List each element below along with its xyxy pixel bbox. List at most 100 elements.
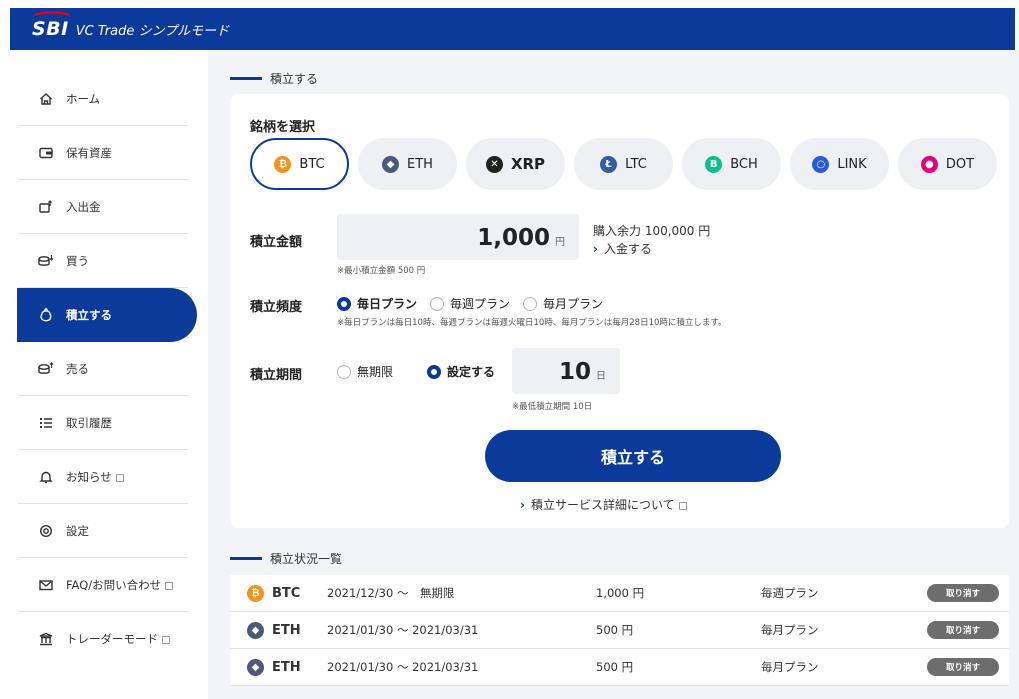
accumulate-submit-button[interactable]: 積立する <box>485 430 781 482</box>
sidebar-item-sell[interactable]: 売る <box>0 342 208 396</box>
trader-icon <box>38 631 54 647</box>
section-title-text: 積立する <box>270 72 319 86</box>
sidebar-item-settings[interactable]: 設定 <box>0 504 208 558</box>
service-detail-link[interactable]: › 積立サービス詳細について <box>520 496 687 513</box>
radio-label: 毎週プラン <box>450 297 511 311</box>
app-header: SBI VC Trade シンプルモード <box>10 8 1015 50</box>
sidebar-item-label: お知らせ <box>66 470 112 484</box>
coin-symbol: LINK <box>837 156 867 172</box>
radio-label: 毎月プラン <box>543 297 604 311</box>
amount-value: 1,000 <box>477 225 550 251</box>
external-link-icon <box>162 636 170 644</box>
coin-option-btc[interactable]: ₿ BTC <box>250 138 349 190</box>
radio-button-checked <box>337 296 351 311</box>
period-days-input[interactable]: 10 日 <box>512 348 620 394</box>
row-coin-symbol: ETH <box>272 659 301 675</box>
radio-monthly-plan[interactable]: 毎月プラン <box>523 295 603 312</box>
chevron-right-icon: › <box>520 497 525 512</box>
section-title-status: 積立状況一覧 <box>230 550 342 567</box>
frequency-label: 積立頻度 <box>250 300 303 315</box>
sidebar-item-label: 設定 <box>66 524 89 538</box>
sidebar-item-faq[interactable]: FAQ/お問い合わせ <box>0 558 208 612</box>
amount-label: 積立金額 <box>250 235 303 250</box>
app-title: VC Trade シンプルモード <box>75 23 230 39</box>
coin-symbol: BTC <box>299 156 325 172</box>
coin-symbol: BCH <box>730 156 758 172</box>
btc-icon: ₿ <box>274 155 292 173</box>
row-amount: 500 円 <box>596 660 634 674</box>
period-label: 積立期間 <box>250 368 303 383</box>
row-coin-symbol: ETH <box>272 622 301 638</box>
coin-option-xrp[interactable]: ✕ XRP <box>466 138 565 190</box>
frequency-note: ※毎日プランは毎日10時、毎週プランは毎週火曜日10時、毎月プランは毎月28日1… <box>337 318 727 328</box>
external-link-icon <box>165 582 174 590</box>
sidebar-item-label: 入出金 <box>66 200 101 214</box>
row-plan: 毎月プラン <box>761 660 819 674</box>
period-radio-group: 無期限 設定する <box>337 363 508 380</box>
section-bar <box>230 557 262 560</box>
cancel-button[interactable]: 取り消す <box>927 658 999 676</box>
history-icon <box>38 415 54 431</box>
sidebar-item-label: 売る <box>66 362 89 376</box>
sidebar-item-history[interactable]: 取引履歴 <box>0 396 208 450</box>
sidebar-item-buy[interactable]: 買う <box>0 234 208 288</box>
radio-no-limit[interactable]: 無期限 <box>337 363 393 380</box>
sidebar-item-label: 買う <box>66 254 89 268</box>
cancel-button[interactable]: 取り消す <box>927 584 999 602</box>
sidebar-item-label: トレーダーモード <box>66 632 158 646</box>
eth-icon: ◆ <box>382 155 400 173</box>
mail-icon <box>38 577 54 593</box>
radio-button-checked <box>427 364 442 379</box>
radio-weekly-plan[interactable]: 毎週プラン <box>430 295 510 312</box>
sbi-logo[interactable]: SBI <box>32 11 71 40</box>
coin-option-link[interactable]: ○ LINK <box>790 138 889 190</box>
sidebar-item-accumulate[interactable]: 積立する <box>17 288 197 342</box>
sidebar-item-label: 積立する <box>66 308 112 322</box>
section-title-accumulate: 積立する <box>230 70 318 87</box>
coin-option-eth[interactable]: ◆ ETH <box>358 138 457 190</box>
row-coin: ₿ BTC <box>247 584 301 602</box>
amount-input[interactable]: 1,000 円 <box>337 214 579 260</box>
row-coin: ◆ ETH <box>247 621 301 639</box>
sidebar-item-deposit[interactable]: 入出金 <box>0 180 208 234</box>
amount-unit: 円 <box>555 237 565 248</box>
sidebar-item-label: 保有資産 <box>66 146 112 160</box>
buy-icon <box>38 253 54 269</box>
radio-set-period[interactable]: 設定する <box>427 363 495 380</box>
btc-icon: ₿ <box>247 584 264 602</box>
ltc-icon: Ł <box>600 155 618 173</box>
period-value: 10 <box>558 359 591 385</box>
coin-select-label: 銘柄を選択 <box>250 120 316 135</box>
table-row: ◆ ETH 2021/01/30 ～ 2021/03/31 500 円 毎月プラ… <box>230 612 1009 649</box>
gear-icon <box>38 523 54 539</box>
accumulate-form-card: 銘柄を選択 ₿ BTC ◆ ETH ✕ XRP Ł LTC B BCH ○ LI… <box>230 94 1009 528</box>
coin-option-ltc[interactable]: Ł LTC <box>574 138 673 190</box>
coin-option-bch[interactable]: B BCH <box>682 138 781 190</box>
radio-label: 設定する <box>447 365 496 379</box>
row-coin-symbol: BTC <box>272 585 301 601</box>
cancel-button[interactable]: 取り消す <box>927 621 999 639</box>
home-icon <box>38 91 54 107</box>
sell-icon <box>38 361 54 377</box>
radio-button <box>430 296 445 311</box>
row-amount: 1,000 円 <box>596 586 645 600</box>
sidebar-item-trader-mode[interactable]: トレーダーモード <box>0 612 208 666</box>
bell-icon <box>38 469 54 485</box>
table-row: ₿ BTC 2021/12/30 ～ 無期限 1,000 円 毎週プラン 取り消… <box>230 575 1009 612</box>
row-coin: ◆ ETH <box>247 658 301 676</box>
deposit-withdraw-icon <box>38 199 54 215</box>
sidebar-item-home[interactable]: ホーム <box>0 72 208 126</box>
row-amount: 500 円 <box>596 623 634 637</box>
sidebar-item-news[interactable]: お知らせ <box>0 450 208 504</box>
deposit-link-text: 入金する <box>603 242 652 256</box>
deposit-link[interactable]: › 入金する <box>593 240 652 257</box>
coin-option-dot[interactable]: ● DOT <box>898 138 997 190</box>
radio-daily-plan[interactable]: 毎日プラン <box>337 295 417 312</box>
link-icon: ○ <box>812 155 830 173</box>
coin-selector: ₿ BTC ◆ ETH ✕ XRP Ł LTC B BCH ○ LINK ● D… <box>250 138 997 190</box>
sidebar-item-assets[interactable]: 保有資産 <box>0 126 208 180</box>
coin-symbol: XRP <box>510 155 546 173</box>
row-period: 2021/01/30 ～ 2021/03/31 <box>327 623 479 637</box>
sidebar-item-label: FAQ/お問い合わせ <box>66 578 162 592</box>
period-unit: 日 <box>596 371 606 382</box>
